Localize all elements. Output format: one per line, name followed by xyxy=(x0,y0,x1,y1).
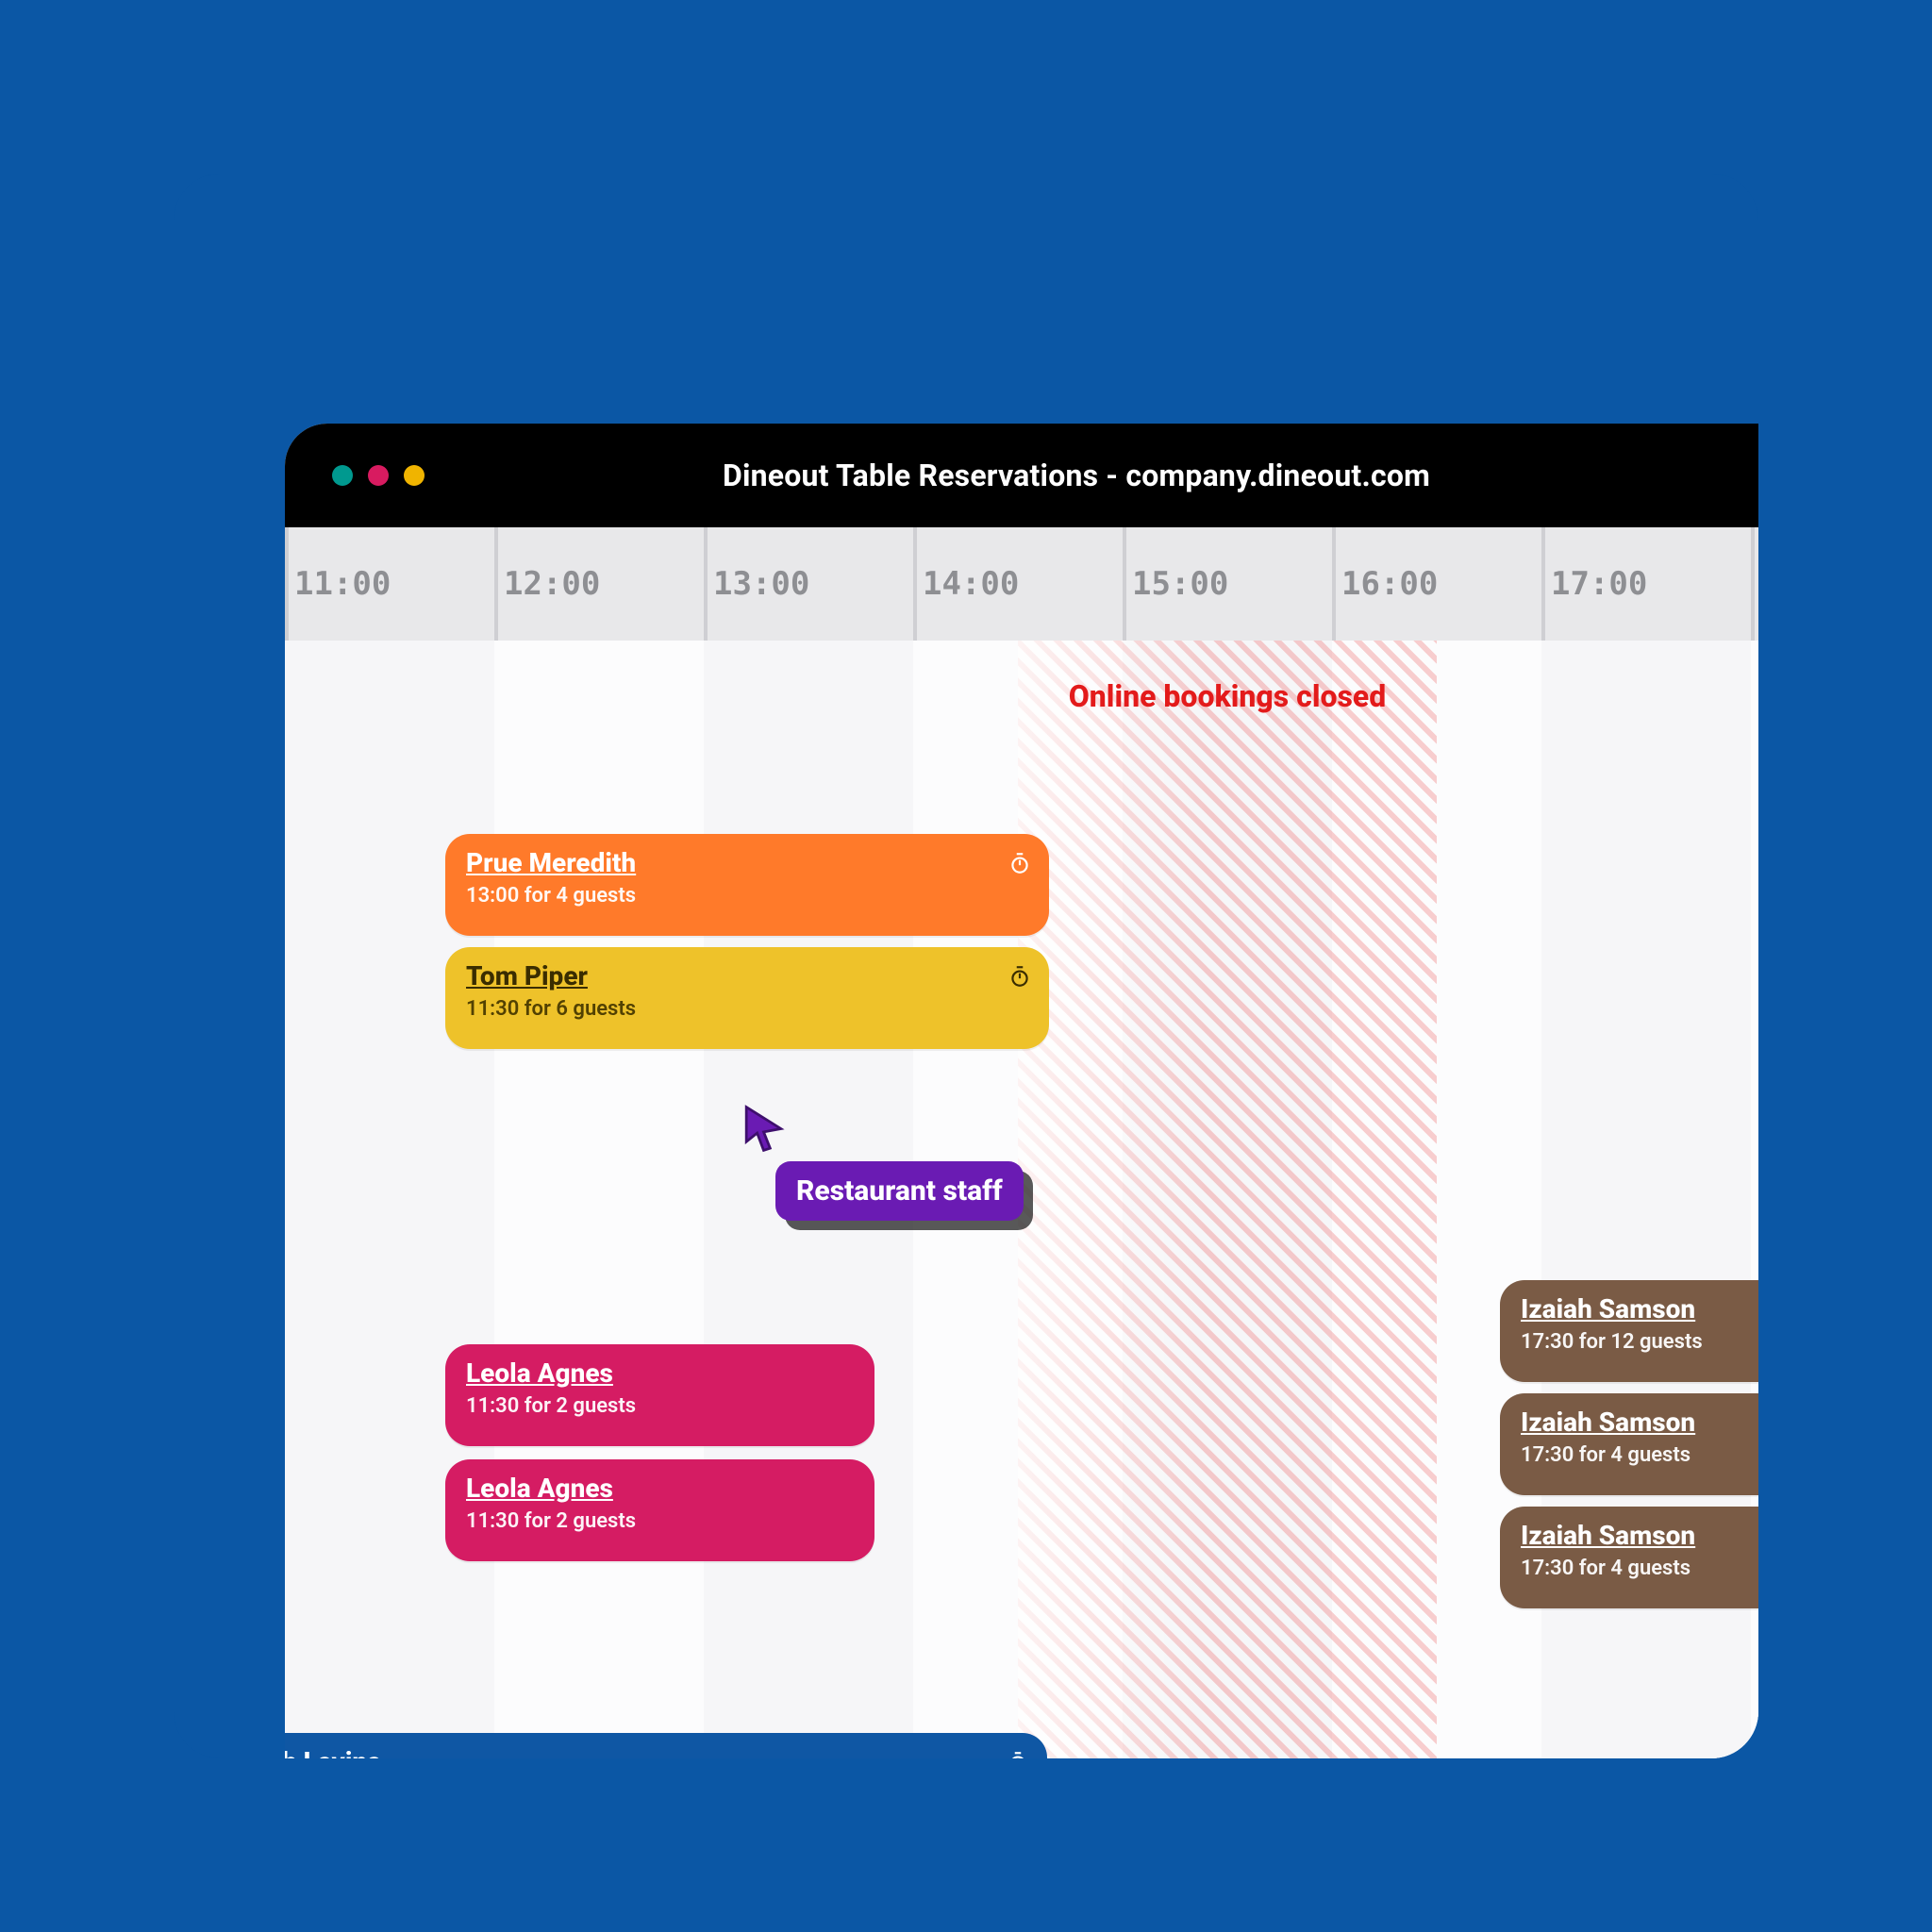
reservation-name: Leola Agnes xyxy=(466,1473,854,1504)
hour-label: 14:00 xyxy=(913,527,1123,641)
reservation-name: Izaiah Samson xyxy=(1521,1520,1758,1551)
reservation-card[interactable]: Izaiah Samson 17:30 for 4 guests xyxy=(1500,1507,1758,1608)
reservation-name: Leola Agnes xyxy=(466,1357,854,1389)
app-window: Dineout Table Reservations - company.din… xyxy=(285,424,1758,1758)
closed-fade xyxy=(1018,641,1437,1758)
reservation-detail: 17:30 for 12 guests xyxy=(1521,1330,1758,1354)
closed-block: Online bookings closed xyxy=(1018,641,1437,1758)
reservation-card[interactable]: Izaiah Samson 17:30 for 12 guests xyxy=(1500,1280,1758,1382)
reservation-detail: 11:30 for 2 guests xyxy=(466,1509,854,1533)
reservation-card[interactable]: Izaiah Samson 17:30 for 4 guests xyxy=(1500,1393,1758,1495)
reservation-name: Izaiah Samson xyxy=(1521,1293,1758,1324)
timer-icon xyxy=(1006,1750,1030,1758)
reservation-card[interactable]: rah Lavina0 for 2 guests xyxy=(285,1733,1047,1758)
hour-label: 15:00 xyxy=(1123,527,1332,641)
reservation-card[interactable]: Leola Agnes 11:30 for 2 guests xyxy=(445,1344,874,1446)
hour-label: 13:00 xyxy=(704,527,913,641)
hour-label: 18:00 xyxy=(1751,527,1758,641)
reservation-card[interactable]: Prue Meredith 13:00 for 4 guests xyxy=(445,834,1049,936)
reservation-name: Izaiah Samson xyxy=(1521,1407,1758,1438)
hour-header: 11:0012:0013:0014:0015:0016:0017:0018:00 xyxy=(285,527,1758,641)
reservation-detail: 11:30 for 6 guests xyxy=(466,997,1028,1021)
hour-label: 12:00 xyxy=(494,527,704,641)
window-title: Dineout Table Reservations - company.din… xyxy=(425,458,1728,493)
hour-label: 16:00 xyxy=(1332,527,1541,641)
reservation-detail: 13:00 for 4 guests xyxy=(466,884,1028,908)
cursor-icon xyxy=(738,1103,790,1158)
reservation-detail: 17:30 for 4 guests xyxy=(1521,1557,1758,1580)
reservation-card[interactable]: Tom Piper 11:30 for 6 guests xyxy=(445,947,1049,1049)
reservation-name: Prue Meredith xyxy=(466,847,1028,878)
reservation-card[interactable]: Leola Agnes 11:30 for 2 guests xyxy=(445,1459,874,1561)
cursor-label: Restaurant staff xyxy=(775,1161,1024,1221)
timer-icon xyxy=(1008,964,1032,989)
zoom-dot[interactable] xyxy=(404,465,425,486)
reservation-detail: 11:30 for 2 guests xyxy=(466,1394,854,1418)
page-card: Dineout Table Reservations - company.din… xyxy=(174,174,1758,1758)
reservation-name: rah Lavina xyxy=(285,1746,1026,1758)
traffic-lights xyxy=(332,465,425,486)
close-dot[interactable] xyxy=(332,465,353,486)
hour-label: 17:00 xyxy=(1541,527,1751,641)
hour-label: 11:00 xyxy=(285,527,494,641)
timer-icon xyxy=(1008,851,1032,875)
timeline-grid[interactable]: 11:0012:0013:0014:0015:0016:0017:0018:00… xyxy=(285,527,1758,1758)
minimize-dot[interactable] xyxy=(368,465,389,486)
titlebar: Dineout Table Reservations - company.din… xyxy=(285,424,1758,527)
reservation-detail: 17:30 for 4 guests xyxy=(1521,1443,1758,1467)
reservation-name: Tom Piper xyxy=(466,960,1028,991)
closed-label: Online bookings closed xyxy=(1069,678,1387,714)
